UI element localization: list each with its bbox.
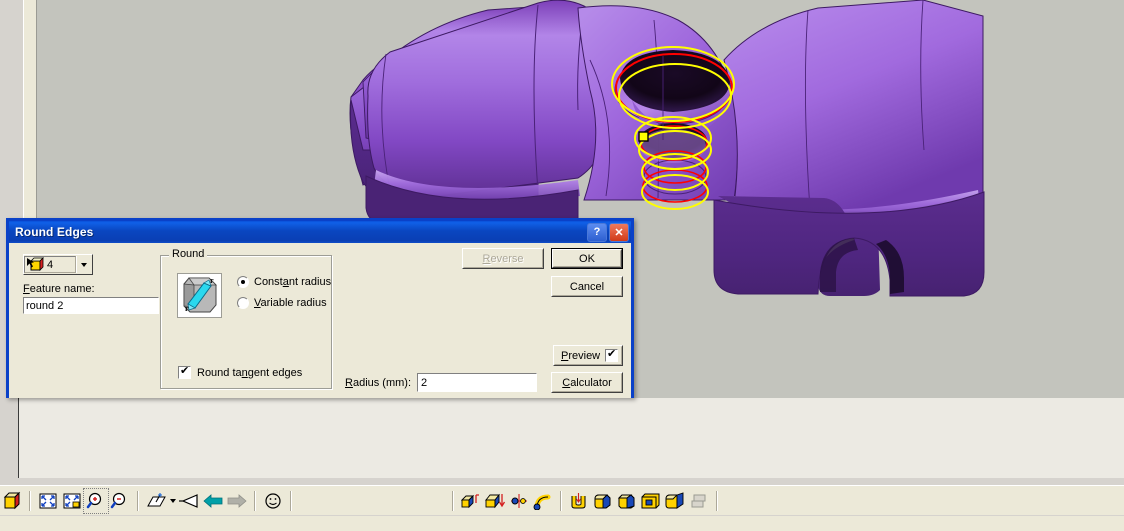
toolbar-group-modify [567, 488, 711, 514]
constant-radius-option[interactable]: Constant radius [237, 276, 331, 288]
dialog-titlebar[interactable]: Round Edges ? ✕ [9, 221, 631, 243]
calculator-button[interactable]: Calculator [551, 372, 623, 393]
shaded-render-icon[interactable] [0, 489, 24, 513]
feature-name-label: Feature name: [23, 283, 95, 295]
zoom-out-icon[interactable] [108, 489, 132, 513]
view-dropdown-icon[interactable] [168, 489, 177, 513]
shell-icon[interactable] [567, 489, 591, 513]
preview-checkbox[interactable] [605, 348, 618, 362]
chevron-down-icon[interactable] [76, 256, 91, 273]
workplane-view-icon[interactable] [144, 489, 168, 513]
lower-blank-panel [18, 398, 1124, 478]
dialog-titlebar-buttons: ? ✕ [587, 222, 629, 242]
radius-input[interactable] [418, 374, 565, 391]
toolbar-group-zoom [36, 488, 132, 514]
constant-radius-label: Constant radius [254, 276, 332, 288]
zoom-fit-icon[interactable] [36, 489, 60, 513]
round-tangent-edges-checkbox[interactable] [178, 365, 191, 379]
toolbar-separator [137, 491, 139, 511]
toolbar-separator [29, 491, 31, 511]
toolbar-separator [560, 491, 562, 511]
round-edge-preview-icon: r r [177, 273, 222, 318]
reverse-button-label: Reverse [482, 252, 524, 265]
toolbar-separator [290, 491, 292, 511]
toolbar-separator [716, 491, 718, 511]
feature-name-label-text: eature name: [29, 283, 95, 295]
application-window: Round Edges ? ✕ 4 Feature name: round 2 … [0, 0, 1124, 531]
caret-shape [169, 499, 176, 503]
toolbar-group-view [144, 488, 249, 514]
preview-button-label: Preview [561, 349, 601, 362]
edge-selection-display[interactable]: 4 [24, 256, 76, 273]
feature-name-input[interactable] [23, 297, 159, 314]
zoom-window-icon[interactable] [60, 489, 84, 513]
help-button[interactable]: ? [587, 222, 607, 242]
toolbar-group-render [0, 488, 24, 514]
radius-label: Radius (mm): [345, 377, 412, 389]
zoom-in-icon[interactable] [83, 488, 109, 514]
pattern-icon[interactable] [687, 489, 711, 513]
extrude-boss-icon[interactable] [459, 489, 483, 513]
draft-icon[interactable] [663, 489, 687, 513]
chamfer-icon[interactable] [615, 489, 639, 513]
calculator-button-label: Calculator [562, 376, 612, 389]
constant-radius-radio[interactable] [237, 276, 249, 288]
round-tangent-edges-label: Round tangent edges [197, 366, 303, 379]
round-tangent-edges-option[interactable]: Round tangent edges [178, 365, 303, 379]
round-group-title: Round [169, 248, 208, 260]
toolbar-group-misc [261, 488, 285, 514]
ok-button[interactable]: OK [551, 248, 623, 269]
edge-selection-count: 4 [47, 258, 54, 271]
toolbar-separator [452, 491, 454, 511]
smiley-icon[interactable] [261, 489, 285, 513]
toolbar-group-feature [459, 488, 555, 514]
edge-selection-combo[interactable]: 4 [23, 254, 93, 275]
round-edges-icon[interactable] [591, 489, 615, 513]
variable-radius-radio[interactable] [237, 297, 249, 309]
bottom-toolbar[interactable] [0, 485, 1124, 516]
feature-name-mnemonic: F [23, 283, 30, 295]
camera-view-icon[interactable] [177, 489, 201, 513]
svg-text:r: r [185, 304, 189, 313]
svg-text:r: r [210, 276, 214, 285]
variable-radius-option[interactable]: Variable radius [237, 297, 327, 309]
ok-button-label: OK [579, 252, 595, 265]
caret-shape [81, 262, 87, 267]
previous-view-icon[interactable] [201, 489, 225, 513]
radius-combo[interactable] [417, 373, 573, 392]
cancel-button[interactable]: Cancel [551, 276, 623, 297]
variable-radius-label: Variable radius [254, 297, 327, 309]
hollow-icon[interactable] [639, 489, 663, 513]
sweep-icon[interactable] [531, 489, 555, 513]
dialog-title: Round Edges [15, 225, 94, 239]
edge-selection-handle[interactable] [638, 131, 649, 142]
preview-button[interactable]: Preview [553, 345, 623, 366]
status-bar [0, 515, 1124, 531]
next-view-icon[interactable] [225, 489, 249, 513]
extrude-cut-icon[interactable] [483, 489, 507, 513]
revolve-icon[interactable] [507, 489, 531, 513]
close-button[interactable]: ✕ [609, 222, 629, 242]
select-edge-icon [27, 257, 44, 271]
toolbar-separator [254, 491, 256, 511]
reverse-button[interactable]: Reverse [462, 248, 544, 269]
cancel-button-label: Cancel [569, 280, 605, 293]
round-edges-dialog[interactable]: Round Edges ? ✕ 4 Feature name: round 2 … [6, 218, 634, 398]
